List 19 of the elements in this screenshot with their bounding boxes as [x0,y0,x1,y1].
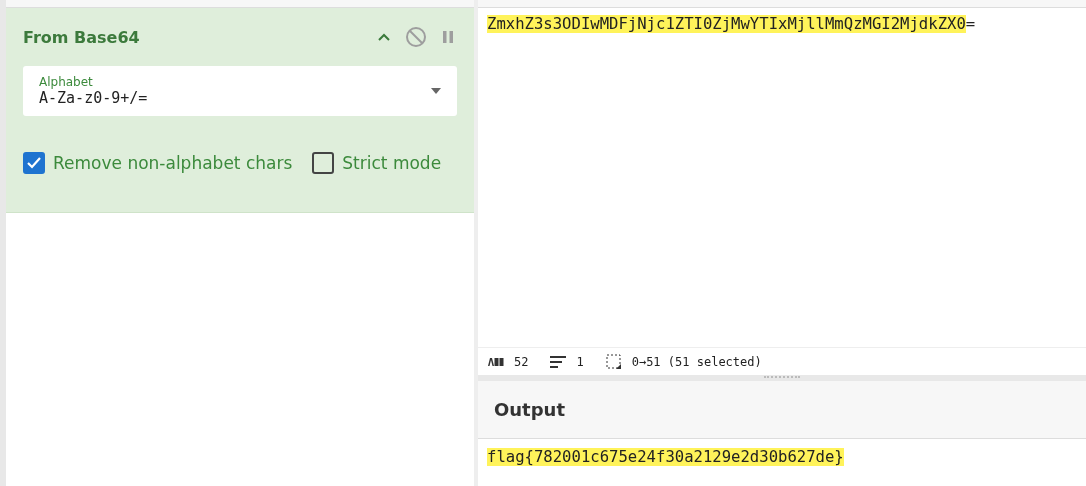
output-title: Output [494,399,566,420]
lines-icon [550,355,567,368]
checkbox[interactable] [312,152,335,174]
selection-icon [605,353,622,370]
disable-icon[interactable] [405,26,427,48]
chevron-up-icon[interactable] [377,32,391,42]
selection-range: 0→51 (51 selected) [631,354,762,369]
line-count: 1 [576,354,584,369]
length-count: 52 [514,354,529,369]
alphabet-dropdown[interactable]: Alphabet A-Za-z0-9+/= [23,66,457,116]
checkbox-label[interactable]: Strict mode [342,153,442,173]
output-text: flag{782001c675e24f30a2129e2d30b627de} [487,448,844,466]
checkmark-icon [26,156,42,170]
pause-icon[interactable] [441,29,455,45]
operation-title: From Base64 [23,27,140,47]
checkbox[interactable] [23,152,45,174]
text-length-icon [488,357,504,366]
dropdown-caret-icon [431,88,441,94]
checkbox-label[interactable]: Remove non-alphabet chars [53,153,293,173]
